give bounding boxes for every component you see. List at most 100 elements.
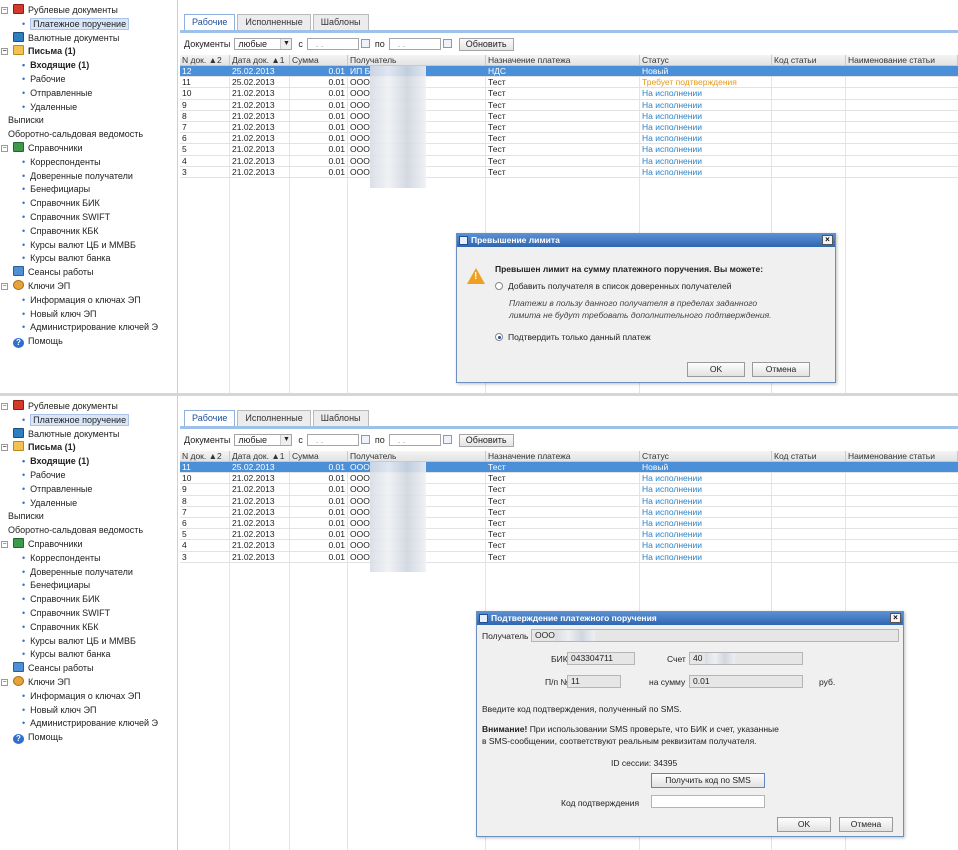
sidebar-item[interactable]: • Курсы валют ЦБ и ММВБ [0, 239, 177, 253]
collapse-icon[interactable]: − [1, 282, 8, 290]
column-header[interactable]: Код статьи [772, 451, 846, 462]
sidebar-item[interactable]: • Информация о ключах ЭП [0, 690, 177, 704]
column-header[interactable]: Сумма [290, 55, 348, 66]
sidebar-item[interactable]: • Администрирование ключей Э [0, 321, 177, 335]
column-header[interactable]: Статус [640, 55, 772, 66]
table-row[interactable]: 9 21.02.2013 0.01 ООО Тест На исполнении [180, 100, 958, 111]
sidebar-item[interactable]: − Рублевые документы [0, 4, 177, 18]
sidebar-item[interactable]: • Доверенные получатели [0, 170, 177, 184]
table-row[interactable]: 7 21.02.2013 0.01 ООО Тест На исполнении [180, 122, 958, 134]
chevron-down-icon[interactable]: ▼ [280, 435, 292, 445]
table-row[interactable]: 5 21.02.2013 0.01 ООО Тест На исполнении [180, 529, 958, 541]
sidebar-item[interactable]: • Администрирование ключей Э [0, 717, 177, 731]
sidebar-item[interactable]: • Отправленные [0, 87, 177, 101]
sidebar-item[interactable]: • Удаленные [0, 497, 177, 511]
sidebar-item[interactable]: • Доверенные получатели [0, 566, 177, 580]
close-icon[interactable]: × [890, 613, 901, 623]
table-row[interactable]: 8 21.02.2013 0.01 ООО Тест На исполнении [180, 496, 958, 507]
sidebar-item[interactable]: • Курсы валют банка [0, 648, 177, 662]
table-row[interactable]: 6 21.02.2013 0.01 ООО Тест На исполнении [180, 518, 958, 530]
collapse-icon[interactable]: − [1, 678, 8, 686]
calendar-icon[interactable] [360, 39, 370, 48]
table-row[interactable]: 3 21.02.2013 0.01 ООО Тест На исполнении [180, 552, 958, 563]
column-header[interactable]: Получатель [348, 55, 486, 66]
date-to-input[interactable]: . . [388, 434, 452, 446]
column-header[interactable]: Назначение платежа [486, 55, 640, 66]
ok-button[interactable]: OK [777, 817, 831, 832]
confirmation-code-input[interactable] [651, 795, 765, 808]
sidebar-item[interactable]: Выписки [0, 510, 177, 524]
sidebar-item[interactable]: Сеансы работы [0, 266, 177, 280]
tab-working[interactable]: Рабочие [184, 410, 236, 426]
tab-executed[interactable]: Исполненные [237, 410, 311, 426]
tab-templates[interactable]: Шаблоны [312, 14, 369, 30]
sidebar-item[interactable]: • Корреспонденты [0, 552, 177, 566]
column-header[interactable]: N док. ▲2 [180, 451, 230, 462]
table-row[interactable]: 10 21.02.2013 0.01 ООО Тест На исполнении [180, 88, 958, 100]
sidebar-item[interactable]: • Бенефициары [0, 579, 177, 593]
table-row[interactable]: 4 21.02.2013 0.01 ООО Тест На исполнении [180, 156, 958, 167]
radio-confirm-only[interactable] [495, 333, 503, 341]
date-to-input[interactable]: . . [388, 38, 452, 50]
sidebar-item[interactable]: • Справочник КБК [0, 225, 177, 239]
sidebar-item[interactable]: − Ключи ЭП [0, 675, 177, 690]
sidebar-item[interactable]: Выписки [0, 114, 177, 128]
column-header[interactable]: Получатель [348, 451, 486, 462]
docs-filter-select[interactable]: любые ▼ [234, 434, 293, 446]
sidebar-item[interactable]: ? Помощь [0, 731, 177, 745]
sidebar-item[interactable]: • Корреспонденты [0, 156, 177, 170]
table-row[interactable]: 12 25.02.2013 0.01 ИП Б НДС Новый [180, 66, 958, 78]
table-row[interactable]: 7 21.02.2013 0.01 ООО Тест На исполнении [180, 507, 958, 518]
chevron-down-icon[interactable]: ▼ [280, 39, 292, 49]
sidebar-item[interactable]: − Рублевые документы [0, 400, 177, 414]
sidebar-item[interactable]: • Новый ключ ЭП [0, 704, 177, 718]
calendar-icon[interactable] [442, 39, 452, 48]
table-row[interactable]: 5 21.02.2013 0.01 ООО Тест На исполнении [180, 144, 958, 156]
column-header[interactable]: Наименование статьи [846, 451, 958, 462]
sidebar-item[interactable]: • Рабочие [0, 469, 177, 483]
sidebar-item[interactable]: Оборотно-сальдовая ведомость [0, 128, 177, 142]
collapse-icon[interactable]: − [1, 403, 8, 410]
sidebar-item[interactable]: Валютные документы [0, 427, 177, 442]
table-row[interactable]: 3 21.02.2013 0.01 ООО Тест На исполнении [180, 167, 958, 178]
sidebar-item[interactable]: Сеансы работы [0, 662, 177, 676]
sidebar-item[interactable]: • Рабочие [0, 73, 177, 87]
date-from-input[interactable]: . . [306, 38, 370, 50]
sidebar-item[interactable]: • Входящие (1) [0, 59, 177, 73]
ok-button[interactable]: OK [687, 362, 745, 377]
collapse-icon[interactable]: − [1, 48, 8, 56]
refresh-button[interactable]: Обновить [458, 433, 514, 447]
column-header[interactable]: Статус [640, 451, 772, 462]
sidebar-item[interactable]: − Письма (1) [0, 45, 177, 59]
table-row[interactable]: 8 21.02.2013 0.01 ООО Тест На исполнении [180, 111, 958, 122]
sidebar-item[interactable]: • Платежное поручение [0, 413, 177, 428]
column-header[interactable]: Дата док. ▲1 [230, 451, 290, 462]
column-header[interactable]: Дата док. ▲1 [230, 55, 290, 66]
date-from-input[interactable]: . . [306, 434, 370, 446]
column-header[interactable]: Наименование статьи [846, 55, 958, 66]
get-sms-code-button[interactable]: Получить код по SMS [651, 773, 765, 788]
sidebar-item[interactable]: • Бенефициары [0, 183, 177, 197]
option-confirm-only[interactable]: Подтвердить только данный платеж [495, 332, 651, 342]
sidebar-item[interactable]: • Информация о ключах ЭП [0, 294, 177, 308]
sidebar-item[interactable]: − Ключи ЭП [0, 279, 177, 294]
sidebar-item[interactable]: • Новый ключ ЭП [0, 308, 177, 322]
calendar-icon[interactable] [442, 435, 452, 444]
refresh-button[interactable]: Обновить [458, 37, 514, 51]
sidebar-item[interactable]: • Справочник КБК [0, 621, 177, 635]
sidebar-item[interactable]: • Удаленные [0, 101, 177, 115]
sidebar-item[interactable]: Оборотно-сальдовая ведомость [0, 524, 177, 538]
sidebar-item[interactable]: • Платежное поручение [0, 17, 177, 32]
column-header[interactable]: Сумма [290, 451, 348, 462]
sidebar-item[interactable]: − Справочники [0, 537, 177, 552]
table-row[interactable]: 11 25.02.2013 0.01 ООО Тест Новый [180, 462, 958, 474]
column-header[interactable]: Назначение платежа [486, 451, 640, 462]
close-icon[interactable]: × [822, 235, 833, 245]
sidebar-item[interactable]: − Письма (1) [0, 441, 177, 455]
sidebar-item[interactable]: − Справочники [0, 141, 177, 156]
sidebar-item[interactable]: • Курсы валют ЦБ и ММВБ [0, 635, 177, 649]
sidebar-item[interactable]: • Курсы валют банка [0, 252, 177, 266]
sidebar-item[interactable]: • Справочник БИК [0, 593, 177, 607]
sidebar-item[interactable]: • Справочник БИК [0, 197, 177, 211]
cancel-button[interactable]: Отмена [839, 817, 893, 832]
